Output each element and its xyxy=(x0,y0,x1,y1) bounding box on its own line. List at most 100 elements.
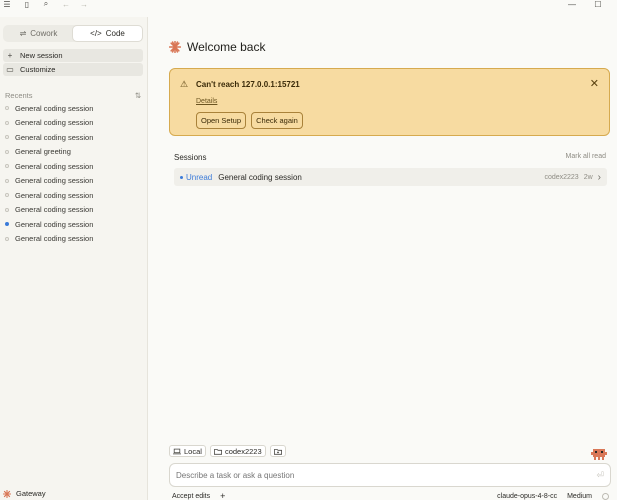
alert-title: Can't reach 127.0.0.1:15721 xyxy=(196,80,300,89)
status-dot xyxy=(5,193,9,198)
list-item[interactable]: General coding session xyxy=(5,232,141,247)
recent-list: General coding session General coding se… xyxy=(5,101,141,246)
list-item-label: General coding session xyxy=(15,190,94,200)
context-chips: Local codex2223 xyxy=(169,445,286,457)
list-item[interactable]: General coding session xyxy=(5,116,141,131)
open-setup-button[interactable]: Open Setup xyxy=(196,112,246,129)
list-item[interactable]: General coding session xyxy=(5,130,141,145)
briefcase-icon: ▭ xyxy=(6,65,14,74)
session-age: 2w xyxy=(583,173,593,181)
add-icon[interactable]: + xyxy=(220,491,225,500)
model-controls: claude-opus-4-8-cc Medium xyxy=(497,492,609,500)
warning-icon: ⚠ xyxy=(180,79,189,89)
gateway-button[interactable]: Gateway xyxy=(3,489,46,498)
list-item[interactable]: General coding session xyxy=(5,217,141,232)
menu-icon[interactable]: ☰ xyxy=(2,0,12,9)
code-icon: </> xyxy=(90,29,102,38)
list-item[interactable]: General coding session xyxy=(5,159,141,174)
chip-label: Local xyxy=(184,446,202,456)
list-item-label: General coding session xyxy=(15,234,94,244)
status-dot xyxy=(5,106,9,111)
mode-switch: ⇌ Cowork </> Code xyxy=(3,25,143,42)
list-item-label: General coding session xyxy=(15,103,94,113)
list-item[interactable]: General greeting xyxy=(5,145,141,160)
page-title: Welcome back xyxy=(169,40,265,54)
customize-button[interactable]: ▭ Customize xyxy=(3,63,143,76)
sessions-heading: Sessions xyxy=(174,153,207,162)
prompt-box: ⏎ xyxy=(169,463,611,487)
list-item[interactable]: General coding session xyxy=(5,188,141,203)
sidebar: ⇌ Cowork </> Code + New session ▭ Custom… xyxy=(0,17,148,500)
sessions-header: Sessions Mark all read xyxy=(174,153,606,162)
welcome-text: Welcome back xyxy=(187,40,266,54)
tab-code[interactable]: </> Code xyxy=(73,26,142,41)
prompt-input[interactable] xyxy=(176,470,597,480)
main-panel: Welcome back ⚠ Can't reach 127.0.0.1:157… xyxy=(149,17,617,500)
folder-chip[interactable]: codex2223 xyxy=(209,445,266,457)
title-bar: ☰ ▯ ⌕ ← → — ☐ xyxy=(0,0,617,9)
recents-header: Recents ⇅ xyxy=(5,90,141,100)
gateway-label: Gateway xyxy=(16,489,46,498)
session-meta: codex2223 2w › xyxy=(544,172,601,183)
nav-label: New session xyxy=(20,51,63,60)
model-selector[interactable]: claude-opus-4-8-cc xyxy=(497,493,557,500)
list-item-label: General greeting xyxy=(15,147,71,157)
session-row[interactable]: Unread General coding session codex2223 … xyxy=(174,168,607,186)
status-dot xyxy=(5,178,9,183)
send-icon[interactable]: ⏎ xyxy=(596,470,604,481)
add-folder-button[interactable] xyxy=(269,445,286,457)
filter-icon[interactable]: ⇅ xyxy=(135,91,141,100)
status-dot xyxy=(5,207,9,212)
unread-label: Unread xyxy=(186,172,213,182)
list-item-label: General coding session xyxy=(15,219,94,229)
composer-toolbar: Accept edits + claude-opus-4-8-cc Medium xyxy=(172,491,609,500)
search-icon[interactable]: ⌕ xyxy=(41,0,51,8)
unread-dot xyxy=(180,175,183,179)
folder-plus-icon xyxy=(273,448,282,455)
tab-label: Cowork xyxy=(30,29,58,38)
local-chip[interactable]: Local xyxy=(169,445,206,457)
accept-edits-button[interactable]: Accept edits xyxy=(172,493,210,500)
status-dot xyxy=(5,135,9,140)
new-session-button[interactable]: + New session xyxy=(3,49,143,62)
list-item-label: General coding session xyxy=(15,118,94,128)
chevron-right-icon: › xyxy=(597,171,601,183)
folder-icon xyxy=(213,448,222,455)
session-user: codex2223 xyxy=(544,173,579,181)
list-item-label: General coding session xyxy=(15,161,94,171)
forward-arrow-icon[interactable]: → xyxy=(79,0,89,9)
list-item[interactable]: General coding session xyxy=(5,203,141,218)
mascot-icon xyxy=(591,449,607,460)
tab-cowork[interactable]: ⇌ Cowork xyxy=(4,26,73,41)
mark-all-read-button[interactable]: Mark all read xyxy=(566,153,606,162)
list-item-label: General coding session xyxy=(15,132,94,142)
status-dot xyxy=(5,120,9,125)
context-usage-icon xyxy=(602,492,609,500)
close-icon[interactable]: ✕ xyxy=(590,77,599,90)
plus-icon: + xyxy=(7,51,13,60)
list-item-label: General coding session xyxy=(15,205,94,215)
status-dot xyxy=(5,236,9,241)
session-title: General coding session xyxy=(218,172,302,182)
chip-label: codex2223 xyxy=(224,446,262,456)
unread-badge: Unread xyxy=(180,173,212,182)
effort-selector[interactable]: Medium xyxy=(567,493,592,500)
spark-icon xyxy=(3,489,11,498)
status-dot xyxy=(5,164,9,169)
check-again-button[interactable]: Check again xyxy=(251,112,303,129)
minimize-button[interactable]: — xyxy=(567,0,577,9)
back-arrow-icon[interactable]: ← xyxy=(61,0,71,9)
unread-dot xyxy=(5,222,9,227)
nav-label: Customize xyxy=(20,65,56,74)
sidebar-toggle-icon[interactable]: ▯ xyxy=(22,0,32,9)
cowork-icon: ⇌ xyxy=(19,29,27,38)
list-item-label: General coding session xyxy=(15,176,94,186)
spark-icon xyxy=(169,41,181,53)
status-dot xyxy=(5,149,9,154)
tab-label: Code xyxy=(105,29,125,38)
details-link[interactable]: Details xyxy=(196,98,217,105)
list-item[interactable]: General coding session xyxy=(5,174,141,189)
maximize-button[interactable]: ☐ xyxy=(593,0,603,9)
list-item[interactable]: General coding session xyxy=(5,101,141,116)
connection-alert: ⚠ Can't reach 127.0.0.1:15721 ✕ Details … xyxy=(169,68,610,136)
